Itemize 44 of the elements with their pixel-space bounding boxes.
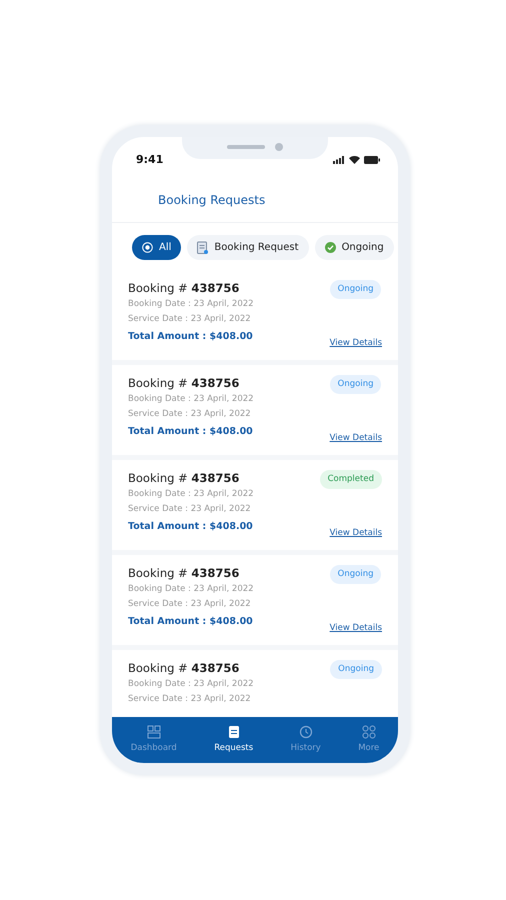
view-details-link[interactable]: View Details [330,337,382,350]
status-badge: Completed [320,470,382,489]
filter-chip[interactable]: All [132,235,182,260]
target-icon [142,242,153,253]
document-icon [226,724,241,739]
total-amount: Total Amount : $408.00 [128,520,254,534]
booking-date: Booking Date : 23 April, 2022 [128,393,254,406]
booking-date: Booking Date : 23 April, 2022 [128,678,254,692]
battery-icon [364,156,380,164]
booking-number: Booking # 438756 [128,470,240,487]
booking-date: Booking Date : 23 April, 2022 [128,583,254,596]
booking-number: Booking # 438756 [128,280,240,297]
total-amount: Total Amount : $408.00 [128,330,254,344]
status-badge: Ongoing [330,660,382,679]
total-amount: Total Amount : $408.00 [128,615,254,630]
grid-icon [362,724,376,739]
booking-number: Booking # 438756 [128,660,240,677]
booking-number: Booking # 438756 [128,375,240,392]
view-details-link[interactable]: View Details [330,432,382,445]
view-details-link[interactable]: View Details [330,622,382,635]
booking-number: Booking # 438756 [128,565,240,582]
view-details-link[interactable]: View Details [330,527,382,540]
history-icon [298,724,313,739]
wifi-icon [349,156,360,164]
service-date: Service Date : 23 April, 2022 [128,503,252,516]
status-badge: Ongoing [330,565,382,584]
status-time: 9:41 [136,152,164,168]
dashboard-icon [146,724,161,739]
service-date: Service Date : 23 April, 2022 [128,408,252,422]
signal-icon [333,156,345,164]
status-badge: Ongoing [330,375,382,394]
page-title: Booking Requests [158,192,266,208]
service-date: Service Date : 23 April, 2022 [128,693,252,706]
booking-date: Booking Date : 23 April, 2022 [128,488,254,502]
check-circle-icon [324,242,336,253]
nav-tab[interactable]: Requests [214,724,254,754]
filter-chip[interactable]: Booking Request [187,235,309,260]
filter-chip[interactable]: Ongoing [314,235,394,260]
total-amount: Total Amount : $408.00 [128,425,254,440]
clipboard-icon [197,241,208,254]
booking-date: Booking Date : 23 April, 2022 [128,298,254,312]
service-date: Service Date : 23 April, 2022 [128,313,252,326]
service-date: Service Date : 23 April, 2022 [128,598,252,612]
status-badge: Ongoing [330,280,382,299]
